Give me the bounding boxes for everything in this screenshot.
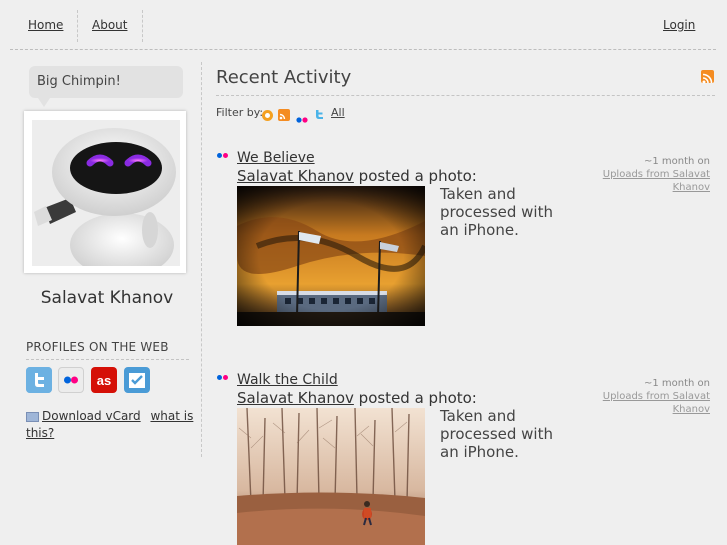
entry-meta: ~1 month on Uploads from Salavat Khanov — [580, 155, 710, 194]
entry-description: Taken and processed with an iPhone. — [440, 185, 553, 239]
profile-name: Salavat Khanov — [40, 288, 174, 308]
blogger-filter-icon[interactable] — [262, 106, 273, 125]
entry-title-link[interactable]: We Believe — [237, 150, 315, 166]
foursquare-icon[interactable] — [124, 367, 150, 393]
bubble-tail — [38, 98, 50, 107]
page-title: Recent Activity — [216, 67, 352, 88]
header-divider — [10, 49, 716, 50]
entry-author-link[interactable]: Salavat Khanov — [237, 167, 354, 185]
entry-photo[interactable] — [237, 186, 425, 326]
profiles-divider — [26, 359, 189, 360]
status-bubble: Big Chimpin! — [29, 66, 183, 98]
flickr-icon — [223, 153, 228, 158]
nav-divider — [142, 10, 143, 42]
entry-subtitle: Salavat Khanov posted a photo: — [237, 167, 477, 185]
profiles-heading: PROFILES ON THE WEB — [26, 340, 169, 354]
top-nav: Home About Login — [0, 0, 727, 50]
entry-source-link[interactable]: Uploads from Salavat Khanov — [603, 169, 710, 193]
entry-action-text: posted a photo: — [358, 389, 477, 407]
entry-photo[interactable] — [237, 408, 425, 545]
rss-icon[interactable] — [701, 70, 714, 84]
vcard-icon — [26, 411, 39, 422]
flickr-icon — [217, 375, 222, 380]
walk-the-child-photo[interactable] — [237, 408, 425, 545]
filter-label: Filter by: — [216, 106, 264, 119]
entry-time: ~1 month on — [643, 156, 710, 167]
twitter-filter-icon[interactable] — [313, 106, 325, 125]
download-vcard-link[interactable]: Download vCard — [42, 409, 141, 423]
lastfm-icon[interactable]: as — [91, 367, 117, 393]
entry-meta: ~1 month on Uploads from Salavat Khanov — [580, 377, 710, 416]
nav-divider — [77, 10, 78, 42]
svg-text:as: as — [97, 373, 111, 388]
nav-home-link[interactable]: Home — [28, 18, 63, 32]
flickr-icon — [223, 375, 228, 380]
entry-action-text: posted a photo: — [358, 167, 477, 185]
entry-description: Taken and processed with an iPhone. — [440, 407, 553, 461]
avatar-image — [32, 120, 180, 266]
entry-source-link[interactable]: Uploads from Salavat Khanov — [603, 391, 710, 415]
vcard-section: Download vCard what is this? — [26, 408, 194, 442]
twitter-icon[interactable] — [26, 367, 52, 393]
status-text: Big Chimpin! — [37, 74, 121, 89]
title-divider — [216, 95, 715, 96]
avatar — [24, 111, 186, 273]
we-believe-photo[interactable] — [237, 186, 425, 326]
entry-time: ~1 month on — [643, 378, 710, 389]
entry-subtitle: Salavat Khanov posted a photo: — [237, 389, 477, 407]
flickr-filter-icon[interactable] — [296, 108, 308, 127]
column-divider — [201, 62, 202, 457]
nav-about-link[interactable]: About — [92, 18, 127, 32]
filter-all-link[interactable]: All — [331, 106, 345, 119]
flickr-icon — [217, 153, 222, 158]
nav-login-link[interactable]: Login — [663, 18, 695, 32]
entry-author-link[interactable]: Salavat Khanov — [237, 389, 354, 407]
rss-filter-icon[interactable] — [278, 106, 290, 125]
robot-avatar-image — [32, 120, 180, 266]
entry-title-link[interactable]: Walk the Child — [237, 372, 338, 388]
flickr-icon[interactable] — [58, 367, 84, 393]
